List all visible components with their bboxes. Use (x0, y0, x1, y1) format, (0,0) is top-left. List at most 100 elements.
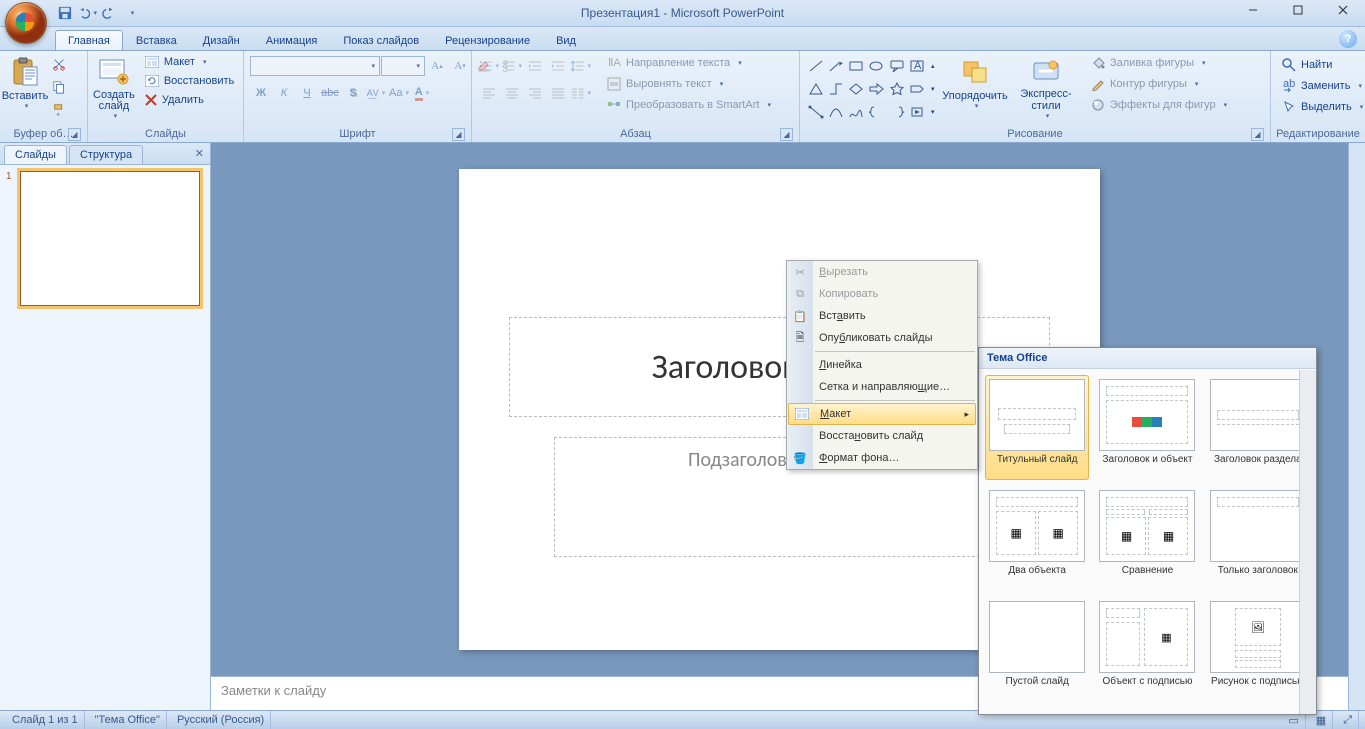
layout-title-content[interactable]: Заголовок и объект (1095, 375, 1199, 480)
shape-diamond-icon[interactable] (846, 78, 865, 100)
indent-icon[interactable] (547, 55, 569, 77)
quick-styles-button[interactable]: Экспресс-стили▾ (1010, 53, 1082, 121)
status-theme[interactable]: "Тема Office" (89, 711, 167, 729)
columns-icon[interactable]: ▾ (570, 82, 592, 104)
tab-slides-thumb[interactable]: Слайды (4, 145, 67, 164)
thumbnails[interactable]: 1 (0, 165, 210, 710)
ctx-format[interactable]: 🪣Формат фона… (787, 447, 977, 469)
shape-textbox-icon[interactable]: A (907, 55, 926, 77)
align-text-button[interactable]: Выровнять текст▾ (602, 74, 776, 94)
shape-star-icon[interactable] (887, 78, 906, 100)
bullets-icon[interactable]: ▾ (478, 55, 500, 77)
thumbnail-1[interactable]: 1 (6, 171, 204, 306)
find-button[interactable]: Найти (1277, 55, 1337, 75)
shape-line-icon[interactable] (806, 55, 825, 77)
clipboard-launcher[interactable]: ◢ (68, 128, 81, 141)
smartart-button[interactable]: Преобразовать в SmartArt▾ (602, 95, 776, 115)
shape-effects-button[interactable]: Эффекты для фигур▾ (1086, 95, 1232, 115)
font-size-combo[interactable]: ▾ (381, 56, 425, 76)
minimize-button[interactable] (1230, 0, 1275, 20)
shapes-scroll-down[interactable]: ▾ (927, 78, 938, 100)
qat-customize-icon[interactable]: ▾ (121, 3, 141, 23)
justify-icon[interactable] (547, 82, 569, 104)
paste-button[interactable]: Вставить▾ (4, 53, 46, 121)
shape-arrow-right-icon[interactable] (867, 78, 886, 100)
shapes-more[interactable]: ▾ (927, 101, 938, 123)
zoom-fit-icon[interactable]: ⤢ (1337, 711, 1359, 729)
tab-slideshow[interactable]: Показ слайдов (330, 30, 432, 50)
spacing-icon[interactable]: A͟V▾ (365, 82, 387, 104)
layout-content-caption[interactable]: ▦Объект с подписью (1095, 597, 1199, 702)
help-icon[interactable]: ? (1339, 30, 1357, 48)
layout-comparison[interactable]: ▦▦Сравнение (1095, 486, 1199, 591)
select-button[interactable]: Выделить▾ (1277, 97, 1365, 117)
shape-triangle-icon[interactable] (806, 78, 825, 100)
tab-home[interactable]: Главная (55, 30, 123, 50)
layout-blank[interactable]: Пустой слайд (985, 597, 1089, 702)
drawing-launcher[interactable]: ◢ (1251, 128, 1264, 141)
undo-icon[interactable]: ▾ (77, 3, 97, 23)
new-slide-button[interactable]: Создать слайд▾ (92, 53, 136, 121)
grow-font-icon[interactable]: A▴ (426, 55, 448, 77)
ctx-grid[interactable]: Сетка и направляющие… (787, 376, 977, 398)
ctx-reset[interactable]: Восстановить слайд (787, 425, 977, 447)
ctx-ruler[interactable]: Линейка (787, 354, 977, 376)
layout-button[interactable]: Макет▾ (140, 53, 239, 71)
shape-connector-icon[interactable] (806, 101, 825, 123)
align-left-icon[interactable] (478, 82, 500, 104)
shape-elbow-icon[interactable] (826, 78, 845, 100)
tab-insert[interactable]: Вставка (123, 30, 190, 50)
cut-icon[interactable] (48, 53, 70, 75)
tab-design[interactable]: Дизайн (190, 30, 253, 50)
font-launcher[interactable]: ◢ (452, 128, 465, 141)
shape-action-icon[interactable] (907, 101, 926, 123)
reset-button[interactable]: Восстановить (140, 72, 239, 90)
flyout-scrollbar[interactable] (1299, 370, 1316, 714)
shape-outline-button[interactable]: Контур фигуры▾ (1086, 74, 1232, 94)
linespacing-icon[interactable]: ▾ (570, 55, 592, 77)
status-language[interactable]: Русский (Россия) (171, 711, 271, 729)
tab-view[interactable]: Вид (543, 30, 589, 50)
strike-icon[interactable]: abc (319, 82, 341, 104)
tab-outline[interactable]: Структура (69, 145, 143, 164)
paragraph-launcher[interactable]: ◢ (780, 128, 793, 141)
layout-title-slide[interactable]: Титульный слайд (985, 375, 1089, 480)
shape-callout-icon[interactable] (887, 55, 906, 77)
format-painter-icon[interactable] (48, 99, 70, 121)
shape-pentagon-icon[interactable] (907, 78, 926, 100)
layout-title-only[interactable]: Только заголовок (1206, 486, 1310, 591)
layout-picture-caption[interactable]: 🖼Рисунок с подписью (1206, 597, 1310, 702)
office-button[interactable] (5, 2, 47, 44)
arrange-button[interactable]: Упорядочить▾ (942, 53, 1008, 121)
numbering-icon[interactable]: 123▾ (501, 55, 523, 77)
layout-two-content[interactable]: ▦▦Два объекта (985, 486, 1089, 591)
shape-fill-button[interactable]: Заливка фигуры▾ (1086, 53, 1232, 73)
redo-icon[interactable] (99, 3, 119, 23)
shrink-font-icon[interactable]: A▾ (449, 55, 471, 77)
shape-arrow-icon[interactable] (826, 55, 845, 77)
align-center-icon[interactable] (501, 82, 523, 104)
tab-review[interactable]: Рецензирование (432, 30, 543, 50)
copy-icon[interactable] (48, 76, 70, 98)
delete-button[interactable]: Удалить (140, 91, 239, 109)
underline-icon[interactable]: Ч (296, 82, 318, 104)
shape-freeform-icon[interactable] (846, 101, 865, 123)
ctx-paste[interactable]: 📋Вставить (787, 305, 977, 327)
shape-brace2-icon[interactable] (887, 101, 906, 123)
shapes-scroll-up[interactable]: ▴ (927, 55, 938, 77)
replace-button[interactable]: abЗаменить▾ (1277, 76, 1365, 96)
layout-section-header[interactable]: Заголовок раздела (1206, 375, 1310, 480)
save-icon[interactable] (55, 3, 75, 23)
status-slide[interactable]: Слайд 1 из 1 (6, 711, 85, 729)
font-color-icon[interactable]: A▾ (411, 82, 433, 104)
italic-icon[interactable]: К (273, 82, 295, 104)
bold-icon[interactable]: Ж (250, 82, 272, 104)
ctx-layout[interactable]: Макет (788, 403, 976, 425)
panel-close-icon[interactable]: ✕ (195, 147, 204, 160)
vertical-scrollbar[interactable] (1348, 143, 1365, 710)
ctx-cut[interactable]: ✂Вырезать (787, 261, 977, 283)
thumb-preview[interactable] (20, 171, 200, 306)
text-direction-button[interactable]: ⅡAНаправление текста▾ (602, 53, 776, 73)
shape-curve-icon[interactable] (826, 101, 845, 123)
shape-brace-icon[interactable] (867, 101, 886, 123)
